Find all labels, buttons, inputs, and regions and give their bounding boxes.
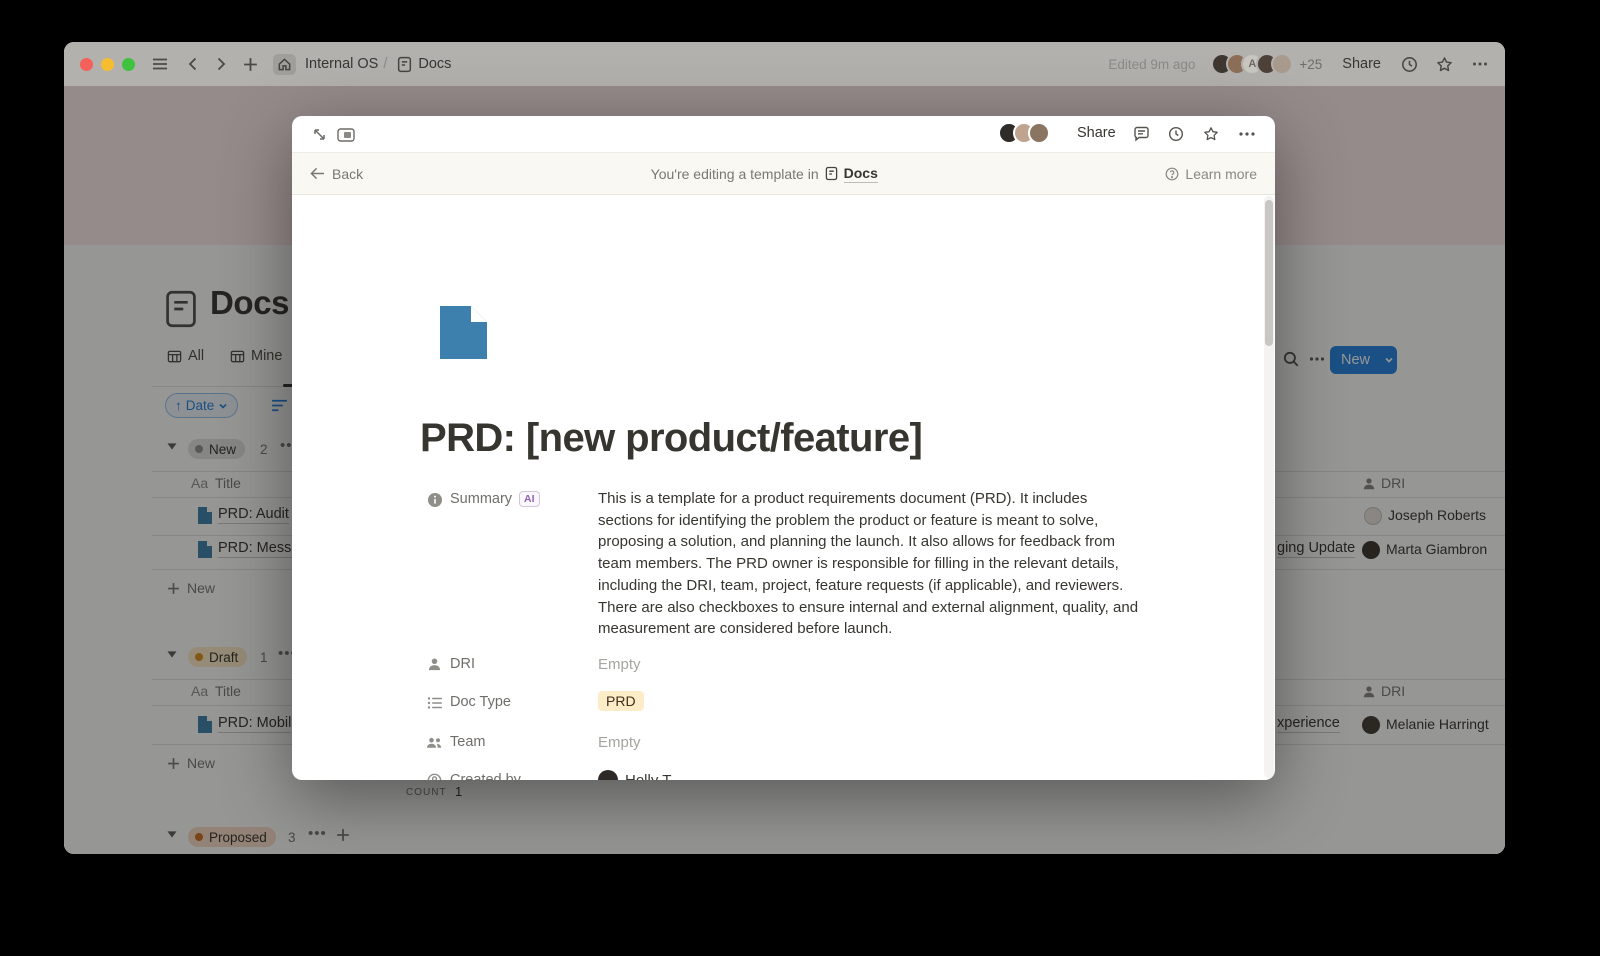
ai-badge: AI bbox=[519, 491, 540, 507]
back-button[interactable]: Back bbox=[310, 166, 363, 182]
new-tab-icon[interactable] bbox=[242, 56, 259, 73]
avatar bbox=[1028, 122, 1050, 144]
property-label-created-by[interactable]: Created by bbox=[450, 772, 521, 780]
scrollbar-thumb[interactable] bbox=[1265, 200, 1273, 346]
property-value-team[interactable]: Empty bbox=[598, 734, 641, 751]
page-history-icon[interactable] bbox=[1168, 126, 1184, 142]
favorite-star-icon[interactable] bbox=[1436, 56, 1453, 73]
property-label-doc-type[interactable]: Doc Type bbox=[450, 694, 511, 710]
document-title[interactable]: PRD: [new product/feature] bbox=[420, 416, 922, 461]
info-icon bbox=[427, 492, 443, 508]
forward-icon[interactable] bbox=[213, 56, 229, 72]
modal-collaborator-avatars[interactable] bbox=[1005, 122, 1050, 144]
template-banner: Back You're editing a template in Docs L… bbox=[292, 152, 1275, 195]
help-circle-icon bbox=[1165, 167, 1179, 181]
learn-more-link[interactable]: Learn more bbox=[1165, 166, 1257, 182]
titlebar: Internal OS / Docs Edited 9m ago A +25 S… bbox=[64, 42, 1505, 86]
breadcrumb-workspace[interactable]: Internal OS bbox=[305, 56, 378, 72]
screen: Internal OS / Docs Edited 9m ago A +25 S… bbox=[0, 0, 1600, 956]
breadcrumb-page[interactable]: Docs bbox=[418, 56, 451, 72]
sidebar-menu-icon[interactable] bbox=[151, 55, 169, 73]
favorite-star-icon[interactable] bbox=[1203, 126, 1219, 142]
avatar bbox=[598, 770, 618, 780]
home-icon[interactable] bbox=[273, 54, 296, 75]
property-value-created-by[interactable]: Holly T bbox=[625, 772, 671, 780]
banner-target-link[interactable]: Docs bbox=[844, 165, 878, 183]
property-value-summary[interactable]: This is a template for a product require… bbox=[598, 488, 1140, 640]
person-icon bbox=[427, 657, 442, 672]
collaborator-avatars[interactable]: A bbox=[1211, 53, 1293, 75]
created-by-icon bbox=[427, 773, 442, 780]
side-peek-icon[interactable] bbox=[337, 128, 355, 142]
template-editor-modal: Share Back You're editing a template in … bbox=[292, 116, 1275, 780]
comments-icon[interactable] bbox=[1133, 126, 1150, 142]
expand-page-icon[interactable] bbox=[312, 127, 327, 142]
document-icon[interactable] bbox=[437, 306, 487, 359]
minimize-window-button[interactable] bbox=[101, 58, 114, 71]
avatar-overflow-count[interactable]: +25 bbox=[1299, 57, 1322, 72]
banner-message: You're editing a template in Docs bbox=[651, 165, 878, 183]
breadcrumb-separator: / bbox=[383, 56, 387, 72]
share-button[interactable]: Share bbox=[1342, 56, 1381, 72]
modal-share-button[interactable]: Share bbox=[1077, 125, 1116, 141]
property-label-team[interactable]: Team bbox=[450, 734, 485, 750]
docs-page-icon bbox=[825, 166, 838, 181]
modal-more-options-icon[interactable] bbox=[1238, 130, 1256, 138]
list-icon bbox=[427, 696, 443, 710]
property-label-summary[interactable]: Summary bbox=[450, 491, 512, 507]
zoom-window-button[interactable] bbox=[122, 58, 135, 71]
property-label-dri[interactable]: DRI bbox=[450, 656, 475, 672]
docs-page-icon bbox=[397, 56, 412, 73]
close-window-button[interactable] bbox=[80, 58, 93, 71]
back-arrow-icon bbox=[310, 167, 325, 180]
avatar bbox=[1271, 53, 1293, 75]
edited-timestamp: Edited 9m ago bbox=[1108, 57, 1195, 72]
doc-type-tag[interactable]: PRD bbox=[598, 691, 644, 711]
back-icon[interactable] bbox=[185, 56, 201, 72]
clock-icon[interactable] bbox=[1401, 56, 1418, 73]
more-options-icon[interactable] bbox=[1471, 55, 1489, 73]
people-icon bbox=[426, 736, 443, 750]
property-value-dri[interactable]: Empty bbox=[598, 656, 641, 673]
